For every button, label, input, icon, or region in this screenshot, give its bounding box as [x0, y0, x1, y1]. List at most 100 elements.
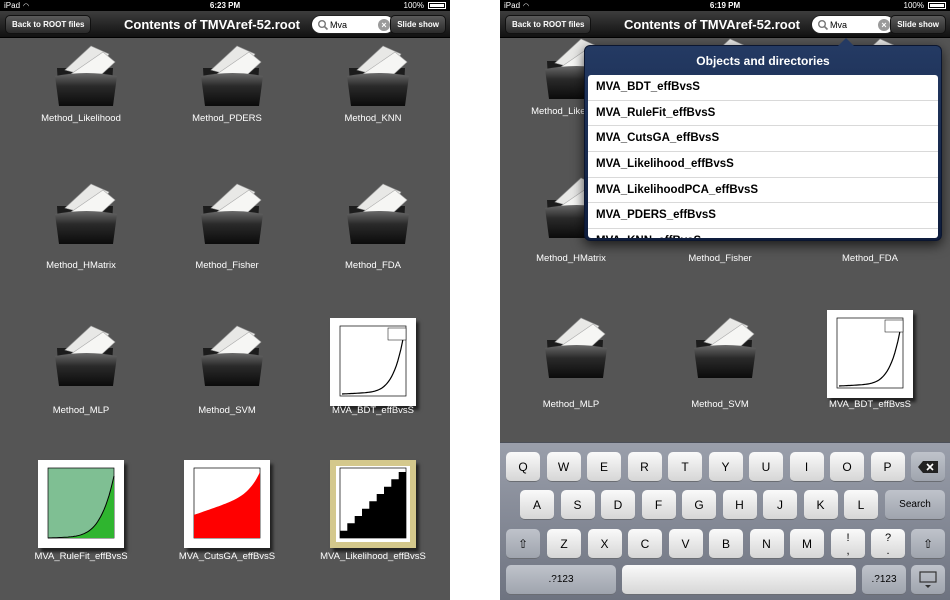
key-h[interactable]: H — [722, 490, 757, 520]
space-key[interactable] — [622, 565, 856, 595]
item-label: MVA_BDT_effBvsS — [331, 405, 414, 416]
key-j[interactable]: J — [763, 490, 797, 520]
search-icon — [318, 20, 329, 31]
key-o[interactable]: O — [830, 452, 864, 482]
item-label: Method_SVM — [198, 405, 256, 416]
status-time: 6:19 PM — [709, 1, 741, 10]
battery-icon — [428, 2, 446, 9]
search-icon — [818, 20, 829, 31]
key-v[interactable]: V — [668, 529, 703, 559]
key-t[interactable]: T — [668, 452, 702, 482]
search-key[interactable]: Search — [885, 490, 945, 520]
popover-result-row[interactable]: MVA_CutsGA_effBvsS — [588, 126, 938, 153]
battery-percent: 100% — [903, 1, 924, 10]
folder-icon — [51, 178, 123, 250]
item-label: Method_Fisher — [688, 253, 752, 264]
page-title: Contents of TMVAref-52.root — [624, 17, 800, 32]
folder-icon — [690, 312, 762, 384]
key-w[interactable]: W — [546, 452, 581, 482]
question-key[interactable]: ?. — [871, 529, 905, 559]
key-d[interactable]: D — [601, 490, 635, 520]
popover-result-row[interactable]: MVA_RuleFit_effBvsS — [588, 101, 938, 127]
folder-icon — [197, 40, 269, 112]
numbers-key[interactable]: .?123 — [506, 565, 616, 595]
key-m[interactable]: M — [790, 529, 824, 559]
slide-show-button[interactable]: Slide show — [890, 15, 946, 34]
back-to-root-files-button[interactable]: Back to ROOT files — [5, 15, 92, 34]
right-screen: iPad ◠ 6:19 PM 100% Contents of TMVAref-5… — [500, 0, 950, 600]
key-c[interactable]: C — [628, 529, 662, 559]
key-k[interactable]: K — [803, 490, 838, 520]
shift-key-right[interactable]: ⇧ — [911, 529, 945, 559]
key-f[interactable]: F — [641, 490, 676, 520]
key-x[interactable]: X — [587, 529, 622, 559]
item-label: MVA_RuleFit_effBvsS — [34, 551, 128, 562]
popover-result-row[interactable]: MVA_LikelihoodPCA_effBvsS — [588, 178, 938, 204]
key-q[interactable]: Q — [506, 452, 540, 482]
folder-icon — [51, 40, 123, 112]
search-field[interactable]: × — [311, 15, 395, 34]
item-label: Method_FDA — [842, 253, 898, 264]
folder-icon — [343, 40, 415, 112]
shift-icon: ⇧ — [517, 537, 529, 551]
exclamation-key[interactable]: !, — [831, 529, 865, 559]
page-title: Contents of TMVAref-52.root — [124, 17, 300, 32]
on-screen-keyboard: Q W E R T Y U I O P A S D F G H J K L Search ⇧ Z X C V B N M!,?. ⇧.?… — [500, 442, 950, 600]
key-z[interactable]: Z — [547, 529, 581, 559]
item-label: Method_MLP — [542, 399, 600, 410]
numbers-key-right[interactable]: .?123 — [862, 565, 906, 595]
folder-icon — [541, 312, 613, 384]
slide-show-button[interactable]: Slide show — [390, 15, 446, 34]
key-g[interactable]: G — [682, 490, 716, 520]
key-y[interactable]: Y — [708, 452, 743, 482]
item-label: MVA_BDT_effBvsS — [828, 399, 911, 410]
item-label: Method_Likelihood — [41, 113, 121, 124]
item-label: MVA_Likelihood_effBvsS — [320, 551, 426, 562]
key-e[interactable]: E — [587, 452, 621, 482]
popover-result-row[interactable]: MVA_BDT_effBvsS — [588, 75, 938, 101]
delete-icon — [918, 461, 938, 473]
plot-thumbnail — [827, 310, 913, 398]
search-input[interactable] — [830, 18, 878, 32]
clear-search-icon[interactable]: × — [378, 19, 390, 31]
key-u[interactable]: U — [749, 452, 783, 482]
shift-icon: ⇧ — [922, 537, 934, 551]
search-field[interactable]: × — [811, 15, 895, 34]
back-to-root-files-button[interactable]: Back to ROOT files — [505, 15, 592, 34]
clear-search-icon[interactable]: × — [878, 19, 890, 31]
status-bar: iPad ◠ 6:19 PM 100% — [500, 0, 950, 11]
popover-result-row[interactable]: MVA_KNN_effBvsS — [588, 229, 938, 238]
key-l[interactable]: L — [844, 490, 878, 520]
key-r[interactable]: R — [627, 452, 662, 482]
navigation-bar: Contents of TMVAref-52.root Back to ROOT… — [0, 11, 450, 38]
folder-icon — [51, 320, 123, 392]
popover-result-row[interactable]: MVA_Likelihood_effBvsS — [588, 152, 938, 178]
backspace-key[interactable] — [911, 452, 945, 482]
search-input[interactable] — [330, 18, 378, 32]
shift-key[interactable]: ⇧ — [506, 529, 540, 559]
key-b[interactable]: B — [709, 529, 743, 559]
plot-thumbnail — [184, 460, 270, 548]
left-screen: iPad ◠ 6:23 PM 100% Contents of TMVAref-5… — [0, 0, 450, 600]
popover-result-row[interactable]: MVA_PDERS_effBvsS — [588, 203, 938, 230]
item-label: Method_HMatrix — [536, 253, 606, 264]
item-label: Method_FDA — [345, 260, 401, 271]
keyboard-hide-icon — [919, 571, 937, 588]
key-p[interactable]: P — [870, 452, 905, 482]
results-list[interactable]: MVA_BDT_effBvsS MVA_RuleFit_effBvsS MVA_Cu… — [588, 75, 938, 238]
hide-keyboard-key[interactable] — [911, 565, 945, 595]
item-label: Method_KNN — [344, 113, 402, 124]
key-i[interactable]: I — [789, 452, 824, 482]
key-s[interactable]: S — [560, 490, 595, 520]
folder-icon — [343, 178, 415, 250]
key-a[interactable]: A — [520, 490, 554, 520]
item-label: Method_Fisher — [195, 260, 259, 271]
key-n[interactable]: N — [749, 529, 784, 559]
item-label: Method_SVM — [691, 399, 749, 410]
battery-icon — [928, 2, 946, 9]
status-time: 6:23 PM — [209, 1, 241, 10]
item-label: Method_PDERS — [192, 113, 262, 124]
item-label: Method_MLP — [52, 405, 110, 416]
plot-thumbnail — [330, 460, 416, 548]
folder-icon — [197, 178, 269, 250]
